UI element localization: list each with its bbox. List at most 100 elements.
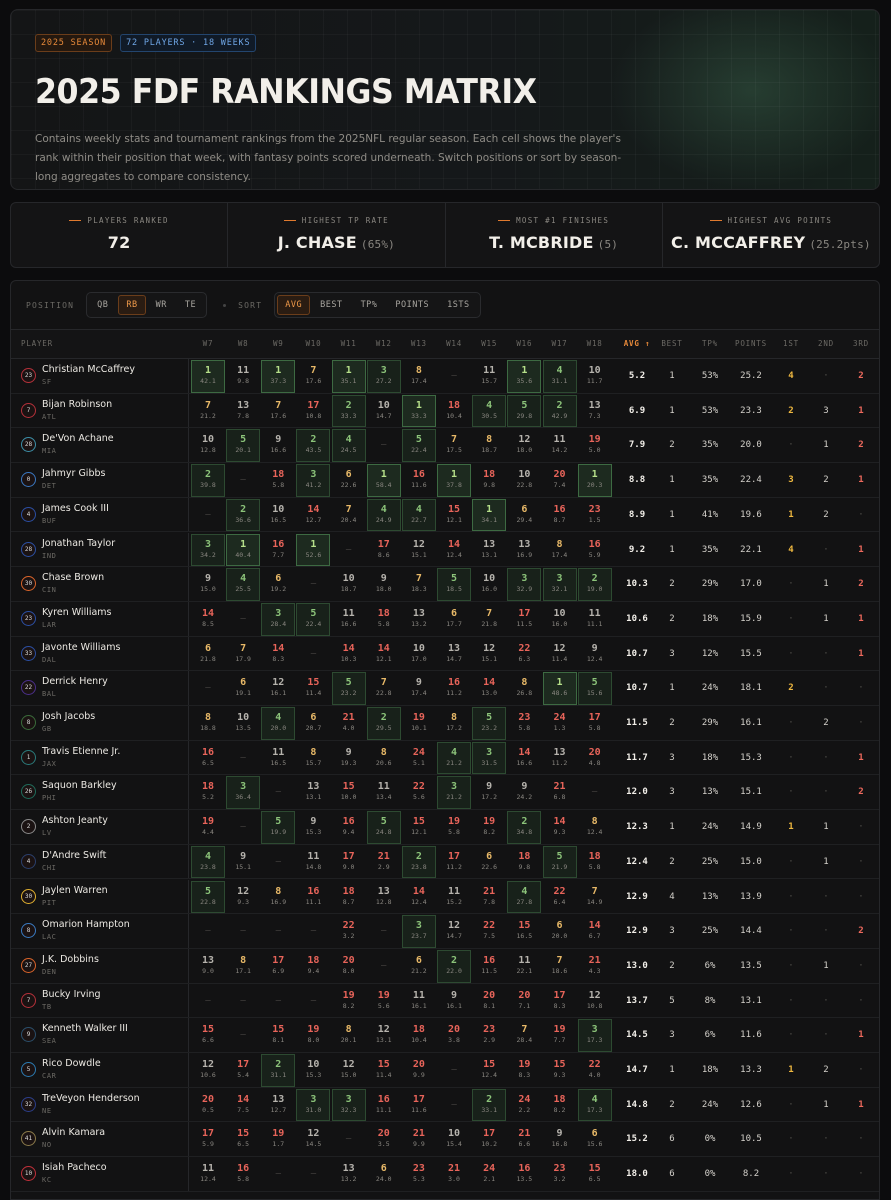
week-cell[interactable]: 17 11.6 xyxy=(402,1089,436,1122)
week-cell[interactable]: 24 1.3 xyxy=(543,707,577,740)
week-cell[interactable]: 4 17.3 xyxy=(577,1088,612,1122)
week-cell[interactable]: 19 8.2 xyxy=(332,985,366,1018)
sort-tp-button[interactable]: TP% xyxy=(353,295,386,315)
week-cell[interactable]: — xyxy=(296,915,330,948)
position-te-button[interactable]: TE xyxy=(177,295,204,315)
week-cell[interactable]: 10 16.5 xyxy=(261,499,295,532)
week-cell[interactable]: 3 21.2 xyxy=(437,776,472,810)
week-cell[interactable]: 22 6.3 xyxy=(507,638,541,671)
week-cell[interactable]: 2 33.3 xyxy=(331,394,366,428)
week-cell[interactable]: — xyxy=(296,638,330,671)
week-cell[interactable]: 14 16.6 xyxy=(507,742,541,775)
week-cell[interactable]: 23 5.8 xyxy=(507,707,541,740)
week-cell[interactable]: 4 24.9 xyxy=(366,498,401,532)
column-header-avg[interactable]: AVG ↑ xyxy=(621,330,653,358)
week-cell[interactable]: 8 20.1 xyxy=(332,1019,366,1052)
week-cell[interactable]: 20 7.4 xyxy=(543,464,577,497)
week-cell[interactable]: 8 16.9 xyxy=(261,881,295,914)
week-cell[interactable]: 9 15.1 xyxy=(226,846,260,879)
week-cell[interactable]: 20 8.0 xyxy=(332,950,366,983)
week-cell[interactable]: — xyxy=(367,915,401,948)
sort-avg-button[interactable]: AVG xyxy=(277,295,311,315)
week-cell[interactable]: 24 2.2 xyxy=(507,1089,541,1122)
week-cell[interactable]: 3 36.4 xyxy=(226,776,261,810)
week-cell[interactable]: 8 20.6 xyxy=(367,742,401,775)
player-cell[interactable]: 23 Christian McCaffrey SF xyxy=(11,359,189,393)
column-header-player[interactable]: PLAYER xyxy=(21,330,53,358)
week-cell[interactable]: 22 6.4 xyxy=(543,881,577,914)
week-cell[interactable]: 4 25.5 xyxy=(226,568,261,601)
column-header-week[interactable]: W11 xyxy=(332,330,366,358)
week-cell[interactable]: 13 9.0 xyxy=(191,950,225,983)
week-cell[interactable]: 18 5.8 xyxy=(261,464,295,497)
week-cell[interactable]: 4 27.8 xyxy=(507,880,542,914)
position-rb-button[interactable]: RB xyxy=(118,295,146,315)
week-cell[interactable]: 13 16.9 xyxy=(507,534,541,567)
week-cell[interactable]: 23 5.3 xyxy=(402,1158,436,1191)
week-cell[interactable]: — xyxy=(226,1019,260,1052)
week-cell[interactable]: 19 8.2 xyxy=(472,811,506,844)
week-cell[interactable]: 12 9.3 xyxy=(226,881,260,914)
week-cell[interactable]: 1 34.1 xyxy=(472,498,507,532)
column-header-week[interactable]: W13 xyxy=(402,330,436,358)
column-header-points[interactable]: POINTS xyxy=(729,330,773,358)
column-header-week[interactable]: W16 xyxy=(507,330,541,358)
week-cell[interactable]: 6 20.7 xyxy=(296,707,330,740)
week-cell[interactable]: 16 13.5 xyxy=(507,1158,541,1191)
week-cell[interactable]: 15 11.4 xyxy=(296,672,330,705)
week-cell[interactable]: 8 17.2 xyxy=(437,707,471,740)
player-cell[interactable]: 2 Ashton Jeanty LV xyxy=(11,810,189,844)
table-row[interactable]: 33 Javonte Williams DAL 6 21.8 7 17.9 14 8.3—14 1… xyxy=(11,636,879,672)
week-cell[interactable]: 2 31.1 xyxy=(261,1054,296,1087)
week-cell[interactable]: 3 34.2 xyxy=(191,533,225,567)
week-cell[interactable]: 7 22.8 xyxy=(367,672,401,705)
week-cell[interactable]: 19 10.1 xyxy=(402,707,436,740)
week-cell[interactable]: 3 31.5 xyxy=(472,741,507,775)
week-cell[interactable]: 17 6.9 xyxy=(261,950,295,983)
column-header-week[interactable]: W12 xyxy=(367,330,401,358)
week-cell[interactable]: 17 5.8 xyxy=(578,707,612,740)
table-row[interactable]: 7 Bijan Robinson ATL 7 21.2 13 7.8 7 17.6 17 10.8 2… xyxy=(11,393,879,429)
week-cell[interactable]: 1 35.1 xyxy=(331,360,366,393)
week-cell[interactable]: — xyxy=(191,985,225,1018)
week-cell[interactable]: 8 26.8 xyxy=(507,672,541,705)
position-qb-button[interactable]: QB xyxy=(89,295,116,315)
table-row[interactable]: 8 Omarion Hampton LAC — — — —22 3.2—3 23.7 12 14.7… xyxy=(11,914,879,949)
player-cell[interactable]: 8 Omarion Hampton LAC xyxy=(11,914,189,948)
week-cell[interactable]: 7 18.3 xyxy=(402,568,436,601)
week-cell[interactable]: 21 2.9 xyxy=(367,846,401,879)
week-cell[interactable]: 17 8.6 xyxy=(367,534,401,567)
week-cell[interactable]: 11 14.8 xyxy=(296,846,330,879)
week-cell[interactable]: 14 10.3 xyxy=(332,638,366,671)
week-cell[interactable]: — xyxy=(191,915,225,948)
week-cell[interactable]: 15 6.5 xyxy=(578,1158,612,1191)
position-wr-button[interactable]: WR xyxy=(148,295,175,315)
player-cell[interactable]: 8 Josh Jacobs GB xyxy=(11,706,189,740)
week-cell[interactable]: 14 12.1 xyxy=(367,638,401,671)
week-cell[interactable]: 5 18.5 xyxy=(437,568,472,601)
week-cell[interactable]: 20 7.1 xyxy=(507,985,541,1018)
week-cell[interactable]: 3 23.7 xyxy=(401,915,436,948)
week-cell[interactable]: 23 1.5 xyxy=(578,499,612,532)
week-cell[interactable]: 23 2.9 xyxy=(472,1019,506,1052)
week-cell[interactable]: 20 9.9 xyxy=(402,1054,436,1087)
player-cell[interactable]: 7 Bijan Robinson ATL xyxy=(11,393,189,428)
week-cell[interactable]: 10 15.4 xyxy=(437,1123,471,1156)
week-cell[interactable]: 11 9.8 xyxy=(226,360,260,393)
week-cell[interactable]: 6 17.7 xyxy=(437,603,471,636)
week-cell[interactable]: 1 35.6 xyxy=(507,360,542,393)
week-cell[interactable]: 21 6.8 xyxy=(543,776,577,809)
week-cell[interactable]: 9 24.2 xyxy=(507,776,541,809)
week-cell[interactable]: 19 5.6 xyxy=(367,985,401,1018)
week-cell[interactable]: — xyxy=(332,1123,366,1156)
column-header-best[interactable]: BEST xyxy=(656,330,688,358)
week-cell[interactable]: 15 16.5 xyxy=(507,915,541,948)
week-cell[interactable]: 8 17.4 xyxy=(543,534,577,567)
week-cell[interactable]: 21 3.0 xyxy=(437,1158,471,1191)
week-cell[interactable]: 18 5.8 xyxy=(367,603,401,636)
week-cell[interactable]: — xyxy=(367,429,401,462)
week-cell[interactable]: 7 21.8 xyxy=(472,603,506,636)
table-row[interactable]: 23 Kyren Williams LAR 14 8.5—3 28.4 5 22.4 11 16.… xyxy=(11,601,879,637)
player-cell[interactable]: 4 James Cook III BUF xyxy=(11,497,189,532)
week-cell[interactable]: 11 15.7 xyxy=(472,360,506,393)
